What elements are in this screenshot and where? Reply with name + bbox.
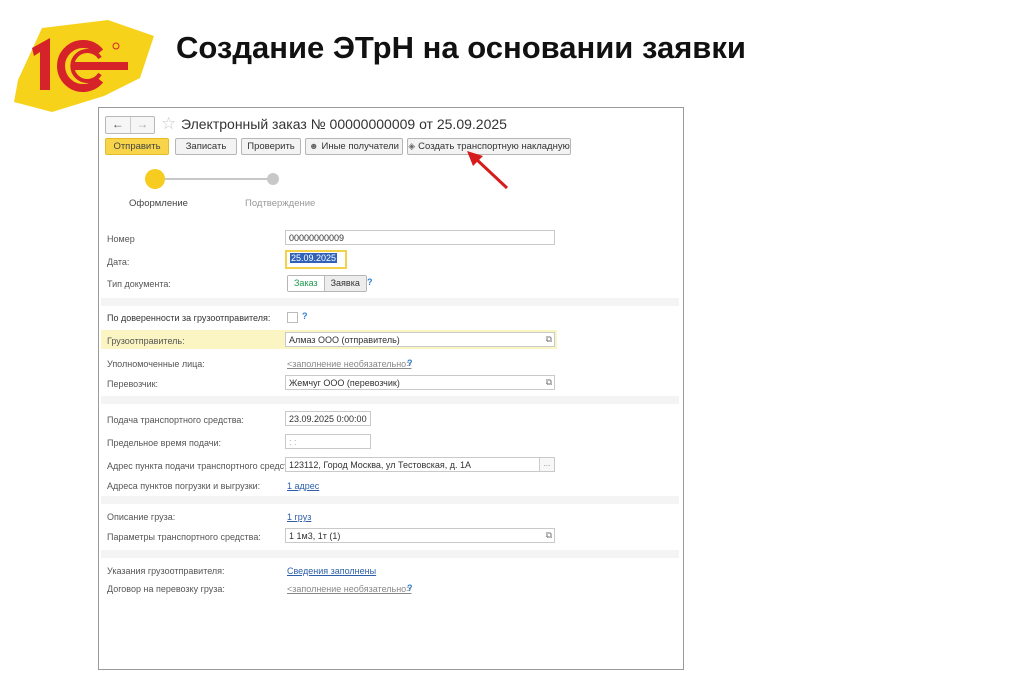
address-value: 123112, Город Москва, ул Тестовская, д. … — [289, 460, 471, 470]
help-icon[interactable]: ? — [407, 358, 413, 368]
doc-type-label: Тип документа: — [107, 279, 171, 289]
back-arrow-icon[interactable]: ← — [106, 117, 131, 133]
deadline-label: Предельное время подачи: — [107, 438, 221, 448]
nav-buttons: ← → — [105, 116, 155, 134]
section-divider — [101, 396, 679, 404]
save-button[interactable]: Записать — [175, 138, 237, 155]
1c-logo — [14, 20, 154, 112]
vehicle-params-label: Параметры транспортного средства: — [107, 532, 261, 542]
more-icon[interactable]: ... — [539, 458, 554, 471]
carrier-label: Перевозчик: — [107, 379, 159, 389]
cargo-desc-label: Описание груза: — [107, 512, 176, 522]
check-button[interactable]: Проверить — [241, 138, 301, 155]
carrier-value: Жемчуг ООО (перевозчик) — [289, 378, 400, 388]
forward-arrow-icon[interactable]: → — [131, 117, 155, 133]
help-icon[interactable]: ? — [407, 583, 413, 593]
section-divider — [101, 496, 679, 504]
proxy-label: По доверенности за грузоотправителя: — [107, 313, 271, 323]
slide-title: Создание ЭТрН на основании заявки — [176, 30, 746, 65]
shipper-instructions-link[interactable]: Сведения заполнены — [287, 566, 376, 576]
vehicle-arrival-label: Подача транспортного средства: — [107, 415, 244, 425]
section-divider — [101, 550, 679, 558]
address-label: Адрес пункта подачи транспортного средст… — [107, 461, 301, 471]
date-label: Дата: — [107, 257, 130, 267]
contract-link[interactable]: <заполнение необязательно> — [287, 584, 411, 594]
vehicle-arrival-field[interactable]: 23.09.2025 0:00:00 — [285, 411, 371, 426]
load-points-link[interactable]: 1 адрес — [287, 481, 319, 491]
open-icon[interactable]: ⧉ — [546, 376, 552, 389]
carrier-field[interactable]: Жемчуг ООО (перевозчик) ⧉ — [285, 375, 555, 390]
vehicle-params-value: 1 1м3, 1т (1) — [289, 531, 341, 541]
shipper-value: Алмаз ООО (отправитель) — [289, 335, 400, 345]
vehicle-params-field[interactable]: 1 1м3, 1т (1) ⧉ — [285, 528, 555, 543]
other-recipients-button[interactable]: ☻ Иные получатели — [305, 138, 403, 155]
window-titlebar: ← → ☆ Электронный заказ № 00000000009 от… — [105, 114, 675, 134]
step-line — [163, 178, 269, 180]
waybill-icon: ◈ — [408, 141, 416, 151]
favorite-star-icon[interactable]: ☆ — [161, 114, 176, 134]
deadline-field[interactable]: : : — [285, 434, 371, 449]
shipper-instructions-label: Указания грузоотправителя: — [107, 566, 225, 576]
authorized-label: Уполномоченные лица: — [107, 359, 205, 369]
document-title: Электронный заказ № 00000000009 от 25.09… — [181, 116, 507, 132]
help-icon[interactable]: ? — [367, 277, 373, 287]
document-window: ← → ☆ Электронный заказ № 00000000009 от… — [98, 107, 684, 670]
contract-label: Договор на перевозку груза: — [107, 584, 225, 594]
step-label-confirm: Подтверждение — [245, 198, 316, 209]
load-points-label: Адреса пунктов погрузки и выгрузки: — [107, 481, 261, 491]
open-icon[interactable]: ⧉ — [546, 333, 552, 346]
address-field[interactable]: 123112, Город Москва, ул Тестовская, д. … — [285, 457, 555, 472]
step-active-dot — [145, 169, 165, 189]
date-field[interactable]: 25.09.2025 — [285, 250, 347, 269]
progress-steps: Оформление Подтверждение — [119, 166, 315, 210]
number-label: Номер — [107, 234, 135, 244]
authorized-link[interactable]: <заполнение необязательно> — [287, 359, 411, 369]
help-icon[interactable]: ? — [302, 311, 308, 321]
open-icon[interactable]: ⧉ — [546, 529, 552, 542]
doc-type-toggle: Заказ Заявка — [287, 275, 367, 292]
shipper-field[interactable]: Алмаз ООО (отправитель) ⧉ — [285, 332, 555, 347]
annotation-arrow — [467, 151, 509, 190]
number-field[interactable]: 00000000009 — [285, 230, 555, 245]
date-value: 25.09.2025 — [290, 253, 338, 263]
proxy-checkbox[interactable] — [287, 312, 298, 323]
people-icon: ☻ — [309, 141, 319, 151]
doc-type-request[interactable]: Заявка — [324, 276, 366, 291]
other-recipients-label: Иные получатели — [321, 141, 399, 152]
send-button[interactable]: Отправить — [105, 138, 169, 155]
section-divider — [101, 298, 679, 306]
cargo-desc-link[interactable]: 1 груз — [287, 512, 311, 522]
step-label-design: Оформление — [129, 198, 188, 209]
step-inactive-dot — [267, 173, 279, 185]
doc-type-order[interactable]: Заказ — [288, 276, 325, 291]
shipper-label: Грузоотправитель: — [107, 336, 185, 346]
